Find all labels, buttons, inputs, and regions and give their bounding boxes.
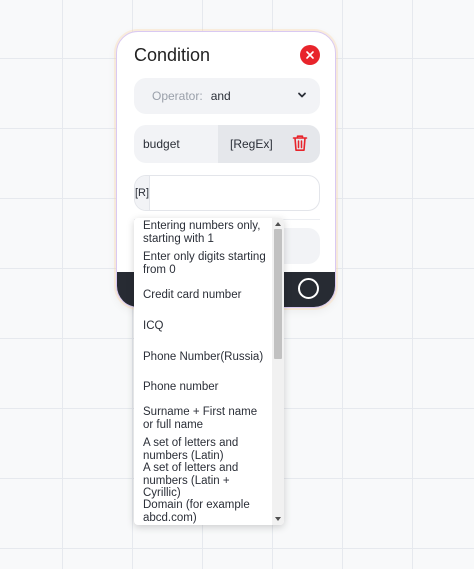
list-item[interactable]: Phone number [143, 381, 269, 394]
trash-icon [292, 135, 308, 151]
list-item[interactable]: ICQ [143, 320, 269, 333]
list-item[interactable]: Enter only digits starting from 0 [143, 251, 269, 276]
operator-select[interactable]: Operator: and [134, 78, 320, 114]
field-row: budget [RegEx] [134, 125, 320, 163]
list-item[interactable]: Phone Number(Russia) [143, 351, 269, 364]
circle-icon[interactable] [298, 278, 319, 299]
regex-field: [R] [134, 175, 320, 211]
close-icon [306, 51, 314, 59]
field-type-label: [RegEx] [230, 137, 273, 151]
list-item[interactable]: Credit card number [143, 289, 269, 302]
dropdown-scrollbar[interactable] [272, 218, 284, 525]
regex-input[interactable] [150, 176, 319, 210]
card-title: Condition [134, 45, 211, 65]
list-item[interactable]: A set of letters and numbers (Latin) [143, 437, 269, 462]
scroll-down-icon[interactable] [275, 517, 281, 521]
dropdown-list: Entering numbers only, starting with 1 E… [134, 218, 272, 525]
list-item[interactable]: A set of letters and numbers (Latin + Cy… [143, 462, 269, 500]
operator-label: Operator: [152, 89, 203, 103]
field-type[interactable]: [RegEx] [218, 125, 320, 163]
delete-button[interactable] [292, 134, 308, 155]
scroll-up-icon[interactable] [275, 222, 281, 226]
operator-value: and [210, 89, 231, 103]
chevron-down-icon [298, 92, 306, 98]
list-item[interactable]: Domain (for example abcd.com) [143, 499, 269, 524]
field-name[interactable]: budget [134, 125, 218, 163]
regex-prefix: [R] [135, 176, 151, 210]
regex-dropdown[interactable]: Entering numbers only, starting with 1 E… [134, 218, 284, 525]
close-button[interactable] [300, 45, 320, 65]
scrollbar-thumb[interactable] [274, 229, 282, 359]
list-item[interactable]: Entering numbers only, starting with 1 [143, 220, 269, 245]
list-item[interactable]: Surname + First name or full name [143, 406, 269, 431]
